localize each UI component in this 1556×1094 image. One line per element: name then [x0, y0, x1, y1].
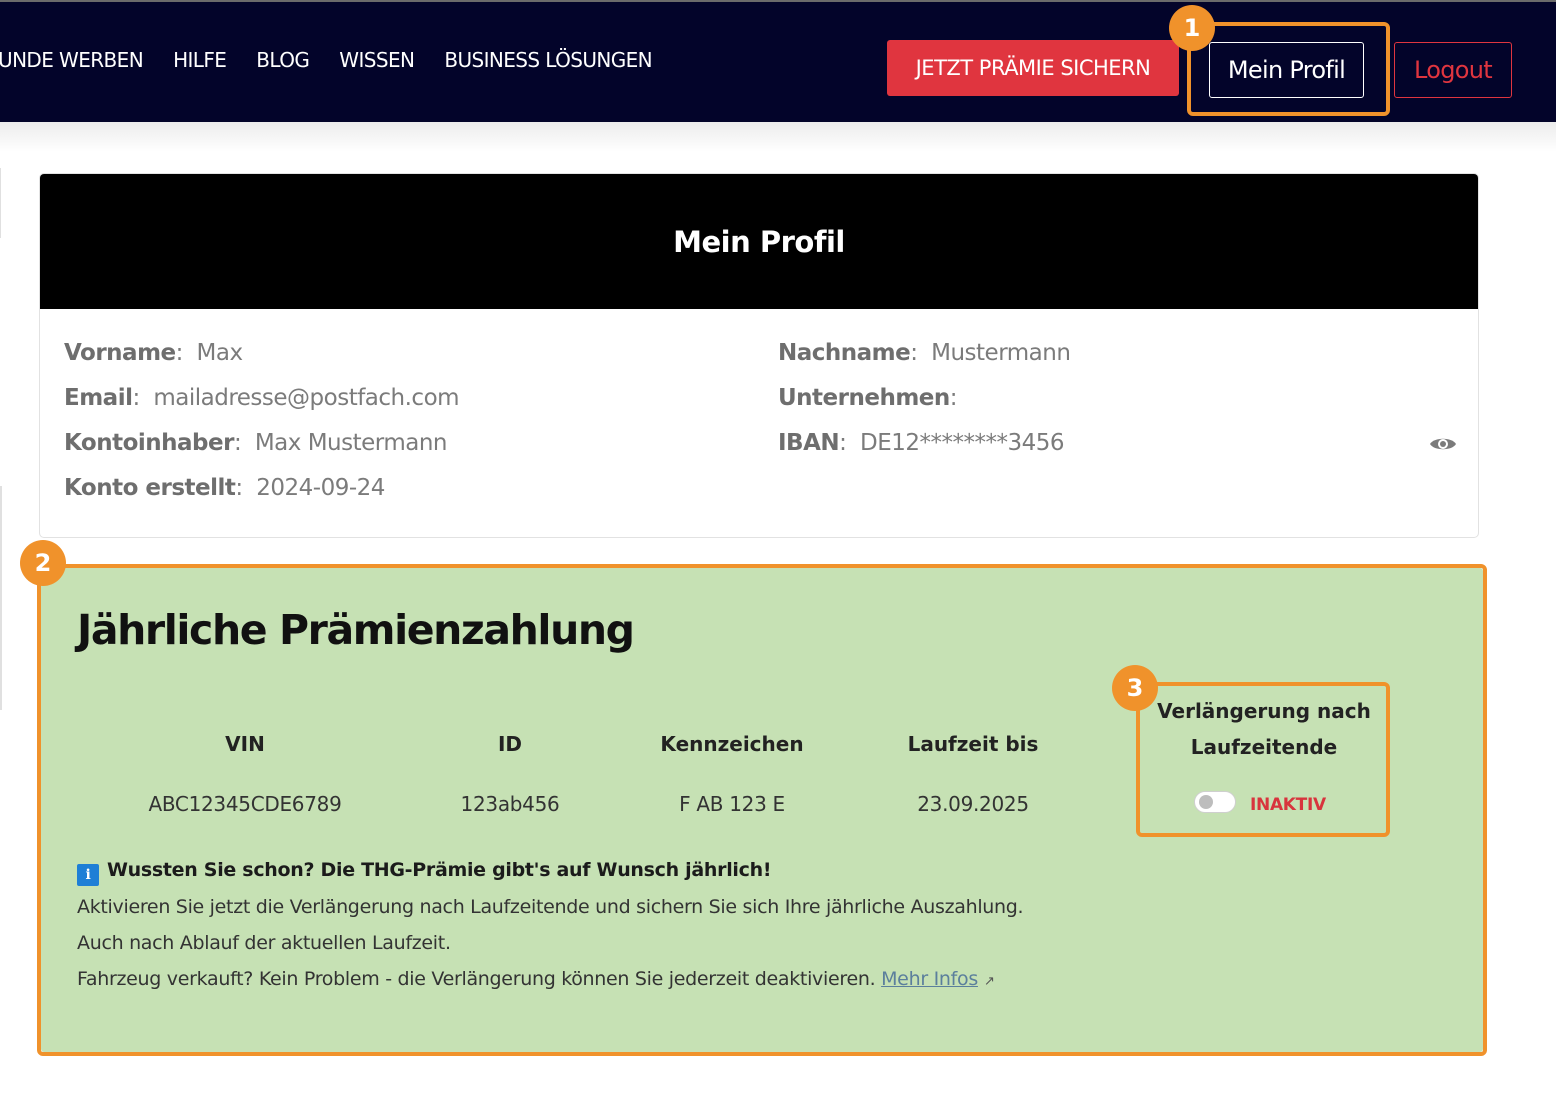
info-line-3-row: Fahrzeug verkauft? Kein Problem - die Ve…	[77, 968, 995, 990]
unternehmen-label: Unternehmen	[778, 385, 950, 411]
logout-button[interactable]: Logout	[1394, 42, 1512, 98]
field-email: Email: mailadresse@postfach.com	[64, 385, 460, 411]
field-unternehmen: Unternehmen:	[778, 385, 964, 411]
nachname-value: Mustermann	[931, 340, 1071, 366]
iban-label: IBAN	[778, 430, 840, 456]
side-panel-edge-lower	[0, 486, 2, 710]
column-header-kennzeichen: Kennzeichen	[660, 732, 804, 756]
praemie-title: Jährliche Prämienzahlung	[77, 606, 635, 654]
info-line-1: Aktivieren Sie jetzt die Verlängerung na…	[77, 896, 1024, 918]
header-shadow	[0, 122, 1556, 152]
field-konto-erstellt: Konto erstellt: 2024-09-24	[64, 475, 385, 501]
profile-card: Mein Profil Vorname: Max Nachname: Muste…	[39, 173, 1479, 538]
column-header-vin: VIN	[225, 732, 265, 756]
column-header-laufzeit: Laufzeit bis	[907, 732, 1039, 756]
kontoinhaber-value: Max Mustermann	[254, 430, 448, 456]
nav-link-freunde-werben[interactable]: EUNDE WERBEN	[0, 48, 144, 72]
column-header-id: ID	[497, 732, 523, 756]
field-nachname: Nachname: Mustermann	[778, 340, 1071, 366]
cell-kennzeichen: F AB 123 E	[679, 792, 785, 816]
field-vorname: Vorname: Max	[64, 340, 243, 366]
nav-link-wissen[interactable]: WISSEN	[339, 48, 415, 72]
info-headline: Wussten Sie schon? Die THG-Prämie gibt's…	[107, 859, 772, 881]
callout-badge-2: 2	[20, 540, 66, 586]
nav-link-business-loesungen[interactable]: BUSINESS LÖSUNGEN	[444, 48, 652, 72]
field-kontoinhaber: Kontoinhaber: Max Mustermann	[64, 430, 447, 456]
mehr-infos-link[interactable]: Mehr Infos	[881, 968, 978, 990]
callout-badge-3: 3	[1112, 665, 1158, 711]
highlight-frame-1	[1187, 22, 1390, 116]
profile-card-title: Mein Profil	[40, 174, 1478, 309]
external-link-icon[interactable]: ↗	[984, 974, 995, 989]
info-headline-row: i Wussten Sie schon? Die THG-Prämie gibt'…	[77, 859, 771, 886]
vorname-label: Vorname	[64, 340, 176, 366]
nav-link-hilfe[interactable]: HILFE	[173, 48, 227, 72]
cell-id: 123ab456	[460, 792, 560, 816]
nav-link-blog[interactable]: BLOG	[256, 48, 310, 72]
iban-value: DE12********3456	[860, 430, 1065, 456]
callout-badge-1: 1	[1169, 5, 1215, 51]
info-line-3: Fahrzeug verkauft? Kein Problem - die Ve…	[77, 968, 876, 990]
konto-erstellt-value: 2024-09-24	[256, 475, 385, 501]
nachname-label: Nachname	[778, 340, 911, 366]
side-panel-edge	[0, 168, 1, 238]
info-icon: i	[77, 864, 99, 886]
email-value: mailadresse@postfach.com	[153, 385, 460, 411]
highlight-frame-3	[1136, 682, 1390, 837]
konto-erstellt-label: Konto erstellt	[64, 475, 236, 501]
cell-laufzeit: 23.09.2025	[917, 792, 1029, 816]
praemie-sichern-button[interactable]: JETZT PRÄMIE SICHERN	[887, 40, 1179, 96]
vorname-value: Max	[196, 340, 244, 366]
cell-vin: ABC12345CDE6789	[148, 792, 342, 816]
field-iban: IBAN: DE12********3456	[778, 430, 1065, 456]
main-nav: EUNDE WERBEN HILFE BLOG WISSEN BUSINESS …	[0, 48, 682, 72]
email-label: Email	[64, 385, 133, 411]
kontoinhaber-label: Kontoinhaber	[64, 430, 234, 456]
eye-icon[interactable]	[1429, 435, 1457, 453]
info-line-2: Auch nach Ablauf der aktuellen Laufzeit.	[77, 932, 451, 954]
